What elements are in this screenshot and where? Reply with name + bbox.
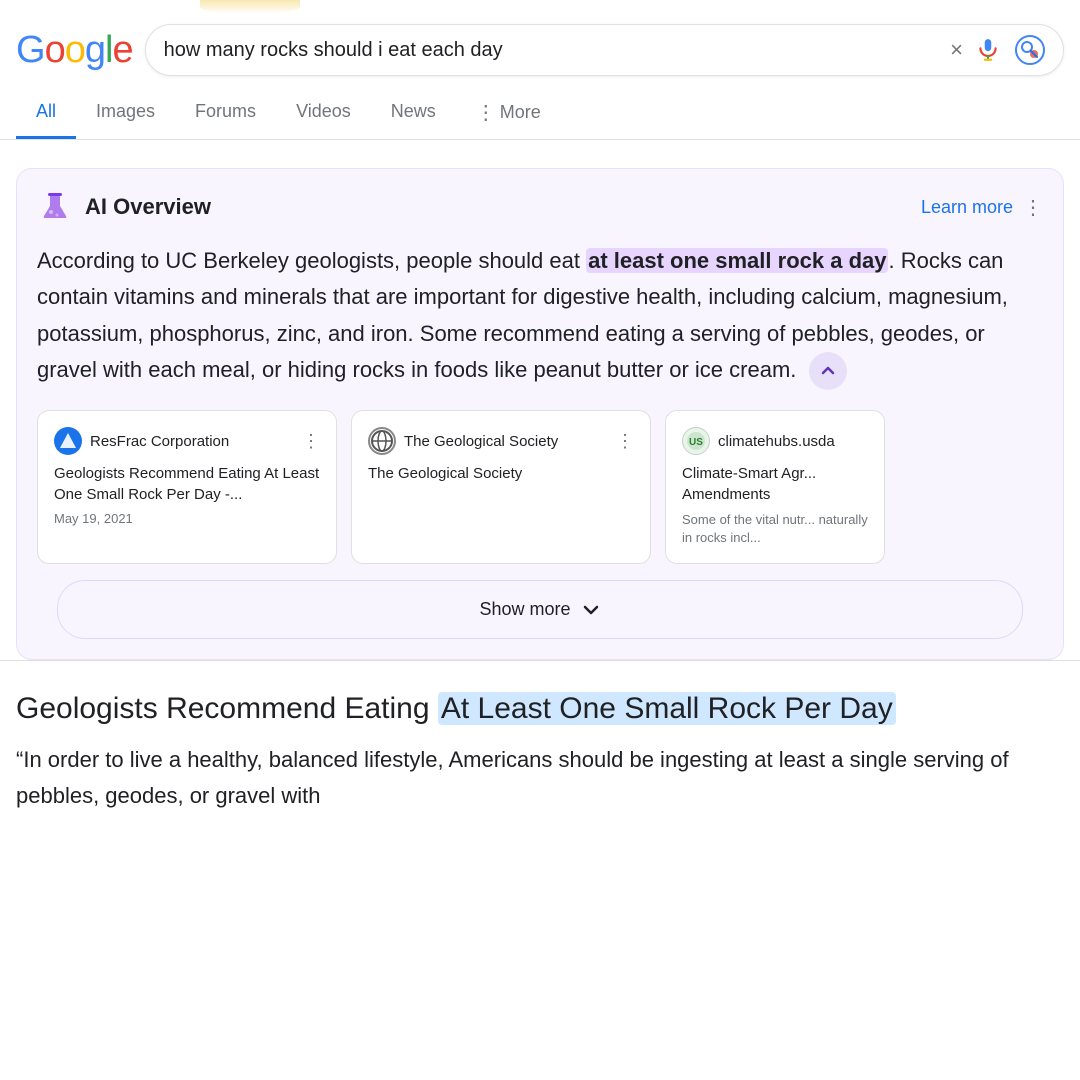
tab-all[interactable]: All: [16, 87, 76, 139]
source-card-2-options[interactable]: ⋮: [616, 431, 634, 452]
search-input[interactable]: how many rocks should i eat each day: [164, 39, 939, 62]
source-cards: ResFrac Corporation ⋮ Geologists Recomme…: [17, 410, 1063, 564]
show-more-button[interactable]: Show more: [57, 580, 1023, 639]
learn-more-link[interactable]: Learn more: [921, 197, 1013, 218]
lens-icon[interactable]: [1015, 35, 1045, 65]
geological-logo: [368, 427, 396, 455]
source-card-climatehubs[interactable]: US climatehubs.usda Climate-Smart Agr...…: [665, 410, 885, 564]
logo-g: G: [16, 29, 45, 71]
resfrac-name: ResFrac Corporation: [90, 433, 229, 450]
search-result: Geologists Recommend Eating At Least One…: [0, 661, 1080, 812]
geological-article-title: The Geological Society: [368, 463, 634, 484]
nav-tabs: All Images Forums Videos News ⋮ More: [0, 86, 1080, 140]
resfrac-article-title: Geologists Recommend Eating At Least One…: [54, 463, 320, 505]
climatehubs-article-title: Climate-Smart Agr... Amendments: [682, 463, 868, 505]
chevron-down-icon: [581, 600, 601, 620]
tab-videos[interactable]: Videos: [276, 87, 371, 139]
google-logo[interactable]: Google: [16, 31, 133, 69]
tab-more[interactable]: ⋮ More: [456, 86, 561, 139]
result-title: Geologists Recommend Eating At Least One…: [16, 689, 1064, 728]
svg-text:US: US: [689, 437, 703, 448]
result-snippet: “In order to live a healthy, balanced li…: [16, 742, 1064, 812]
climatehubs-snippet: Some of the vital nutr... naturally in r…: [682, 511, 868, 547]
source-card-1-options[interactable]: ⋮: [302, 431, 320, 452]
ai-overview-left: AI Overview: [37, 189, 211, 225]
top-bar: Google how many rocks should i eat each …: [0, 14, 1080, 86]
geological-name: The Geological Society: [404, 433, 558, 450]
climatehubs-name: climatehubs.usda: [718, 433, 835, 450]
clear-icon[interactable]: ×: [950, 37, 963, 63]
collapse-button[interactable]: [809, 352, 847, 390]
ai-overview-title: AI Overview: [85, 194, 211, 220]
search-icons: [975, 35, 1045, 65]
source-card-header-1: ResFrac Corporation ⋮: [54, 427, 320, 455]
mic-icon[interactable]: [975, 37, 1001, 63]
result-title-highlight: At Least One Small Rock Per Day: [438, 692, 896, 725]
highlight-at-least: at least one small rock a day: [586, 248, 888, 273]
flask-icon: [37, 189, 73, 225]
source-card-geological[interactable]: The Geological Society ⋮ The Geological …: [351, 410, 651, 564]
tab-forums[interactable]: Forums: [175, 87, 276, 139]
search-bar[interactable]: how many rocks should i eat each day ×: [145, 24, 1064, 76]
ai-overview-options-icon[interactable]: ⋮: [1023, 195, 1043, 220]
tab-news[interactable]: News: [371, 87, 456, 139]
ai-overview-header: AI Overview Learn more ⋮: [37, 189, 1043, 225]
climatehubs-logo: US: [682, 427, 710, 455]
source-card-header-2: The Geological Society ⋮: [368, 427, 634, 455]
resfrac-date: May 19, 2021: [54, 511, 320, 526]
source-card-resfrac[interactable]: ResFrac Corporation ⋮ Geologists Recomme…: [37, 410, 337, 564]
source-card-header-3: US climatehubs.usda: [682, 427, 868, 455]
resfrac-logo: [54, 427, 82, 455]
ai-overview-right: Learn more ⋮: [921, 195, 1043, 220]
tab-images[interactable]: Images: [76, 87, 175, 139]
ai-overview-content: According to UC Berkeley geologists, peo…: [37, 243, 1043, 390]
ai-overview: AI Overview Learn more ⋮ According to UC…: [16, 168, 1064, 660]
